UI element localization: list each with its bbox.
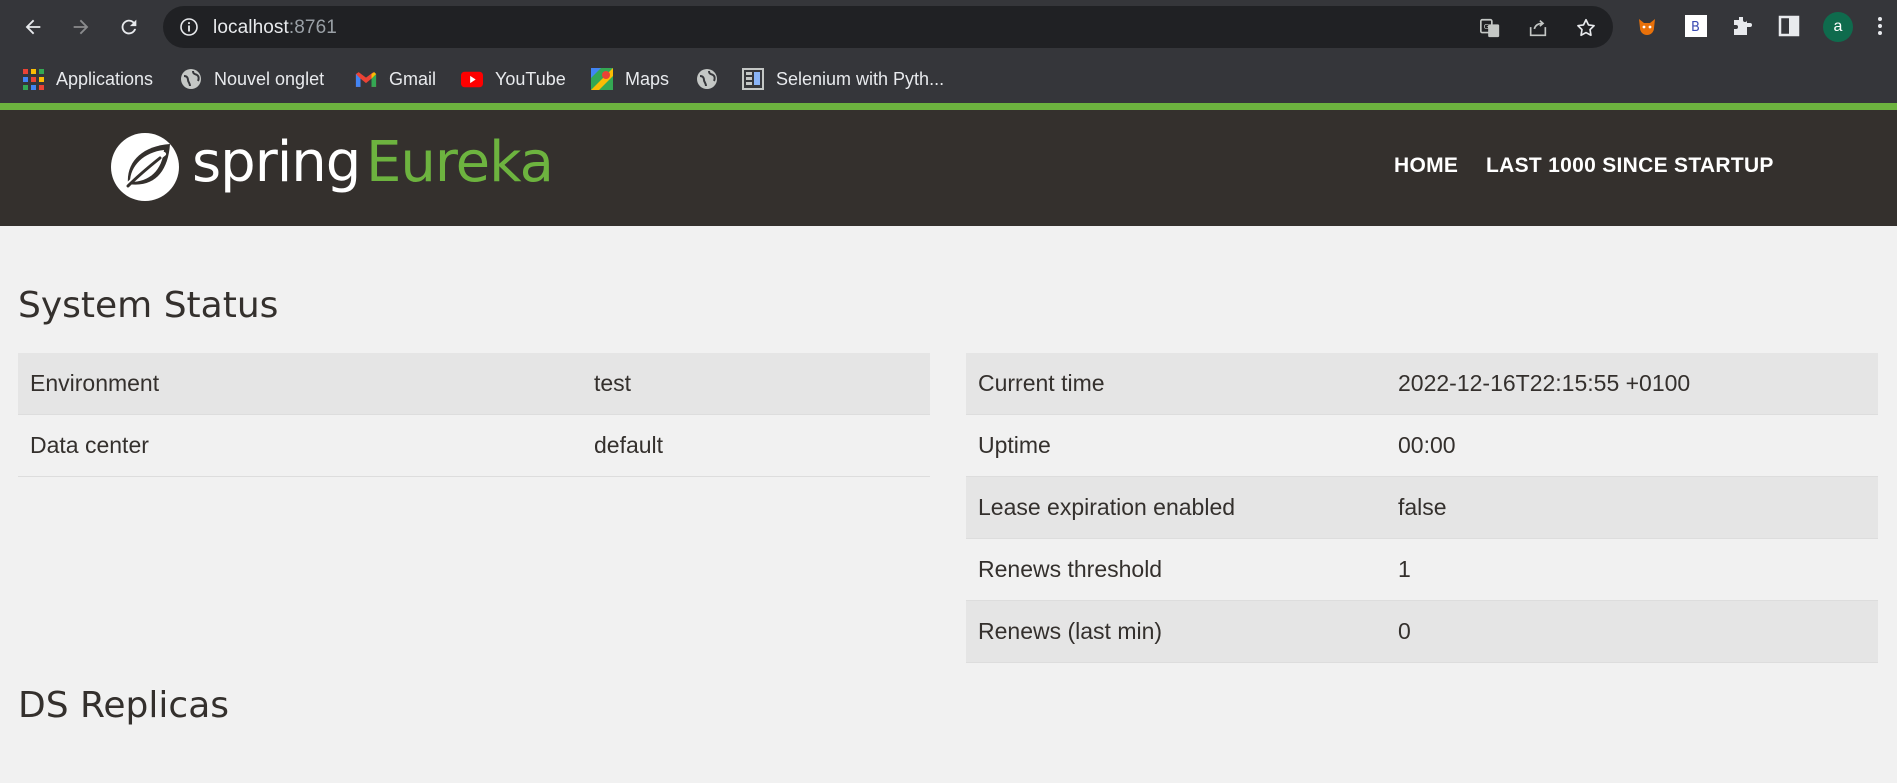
bookmarks-bar: Applications Nouvel onglet Gmail YouTube… xyxy=(0,55,1897,104)
profile-avatar[interactable]: a xyxy=(1823,12,1853,42)
apps-grid-icon xyxy=(22,68,44,90)
uptime-label: Uptime xyxy=(966,414,1386,477)
data-center-label: Data center xyxy=(18,414,582,477)
url-text[interactable]: localhost:8761 xyxy=(213,17,337,39)
renews-last-min-label: Renews (last min) xyxy=(966,600,1386,663)
star-icon[interactable] xyxy=(1575,17,1597,39)
svg-text:B: B xyxy=(1691,20,1700,35)
bookmark-globe[interactable] xyxy=(696,55,730,103)
extensions-puzzle-icon[interactable] xyxy=(1729,13,1755,39)
reload-button[interactable] xyxy=(114,12,144,42)
arrow-right-icon xyxy=(73,19,89,35)
table-row: Environment test xyxy=(18,353,930,415)
bookmark-label: Applications xyxy=(56,68,154,89)
selenium-icon xyxy=(742,68,764,90)
table-row: Renews threshold 1 xyxy=(966,538,1878,601)
system-status-heading: System Status xyxy=(18,285,279,326)
bookmark-selenium[interactable]: Selenium with Pyth... xyxy=(742,55,944,103)
eureka-navbar: spring Eureka HOME LAST 1000 SINCE START… xyxy=(0,110,1897,226)
system-status-left-table: Environment test Data center default xyxy=(18,353,930,477)
url-port: :8761 xyxy=(288,17,337,38)
arrow-left-icon xyxy=(25,19,41,35)
bookmark-gmail[interactable]: Gmail xyxy=(355,55,436,103)
bookmark-nouvel-onglet[interactable]: Nouvel onglet xyxy=(180,55,324,103)
brand-spring-text: spring xyxy=(192,130,361,195)
youtube-icon xyxy=(461,68,483,90)
share-icon[interactable] xyxy=(1527,17,1549,39)
table-row: Current time 2022-12-16T22:15:55 +0100 xyxy=(966,353,1878,415)
reload-icon xyxy=(121,19,137,35)
bookmark-label: Nouvel onglet xyxy=(214,68,325,89)
environment-label: Environment xyxy=(18,353,582,415)
bookmark-label: Maps xyxy=(625,68,670,89)
side-panel-icon[interactable] xyxy=(1776,13,1802,39)
ds-replicas-heading: DS Replicas xyxy=(18,685,230,726)
url-host: localhost xyxy=(213,17,289,38)
bookmark-youtube[interactable]: YouTube xyxy=(461,55,566,103)
data-center-value: default xyxy=(582,414,930,477)
table-row: Renews (last min) 0 xyxy=(966,600,1878,663)
bookmark-label: Selenium with Pyth... xyxy=(776,68,945,89)
bookmark-label: YouTube xyxy=(495,68,566,89)
table-row: Uptime 00:00 xyxy=(966,414,1878,477)
gmail-icon xyxy=(355,68,377,90)
svg-text:G: G xyxy=(1484,22,1490,31)
address-bar[interactable]: localhost:8761 G xyxy=(163,6,1613,48)
current-time-value: 2022-12-16T22:15:55 +0100 xyxy=(1386,353,1878,415)
back-button[interactable] xyxy=(18,12,48,42)
translate-icon[interactable]: G xyxy=(1479,17,1501,39)
lease-expiration-label: Lease expiration enabled xyxy=(966,476,1386,539)
spring-leaf-logo-icon[interactable] xyxy=(110,132,180,202)
renews-threshold-label: Renews threshold xyxy=(966,538,1386,601)
browser-toolbar: localhost:8761 G B a xyxy=(0,0,1897,55)
forward-button[interactable] xyxy=(66,12,96,42)
renews-threshold-value: 1 xyxy=(1386,538,1878,601)
info-icon[interactable] xyxy=(179,17,199,37)
bookmark-label: Gmail xyxy=(389,68,437,89)
environment-value: test xyxy=(582,353,930,415)
globe-icon xyxy=(696,68,718,90)
system-status-right-table: Current time 2022-12-16T22:15:55 +0100 U… xyxy=(966,353,1878,663)
table-row: Lease expiration enabled false xyxy=(966,476,1878,539)
bookmark-maps[interactable]: Maps xyxy=(591,55,669,103)
header-accent-bar xyxy=(0,103,1897,110)
nav-home-link[interactable]: HOME xyxy=(1394,154,1458,178)
uptime-value: 00:00 xyxy=(1386,414,1878,477)
renews-last-min-value: 0 xyxy=(1386,600,1878,663)
menu-kebab-icon[interactable] xyxy=(1872,13,1888,39)
extension-b-icon[interactable]: B xyxy=(1683,13,1709,39)
table-row: Data center default xyxy=(18,414,930,477)
nav-last-1000-link[interactable]: LAST 1000 SINCE STARTUP xyxy=(1486,154,1774,178)
globe-icon xyxy=(180,68,202,90)
extension-fox-icon[interactable] xyxy=(1634,13,1660,39)
bookmark-applications[interactable]: Applications xyxy=(22,55,153,103)
brand-eureka-text: Eureka xyxy=(366,130,554,195)
maps-icon xyxy=(591,68,613,90)
current-time-label: Current time xyxy=(966,353,1386,415)
lease-expiration-value: false xyxy=(1386,476,1878,539)
